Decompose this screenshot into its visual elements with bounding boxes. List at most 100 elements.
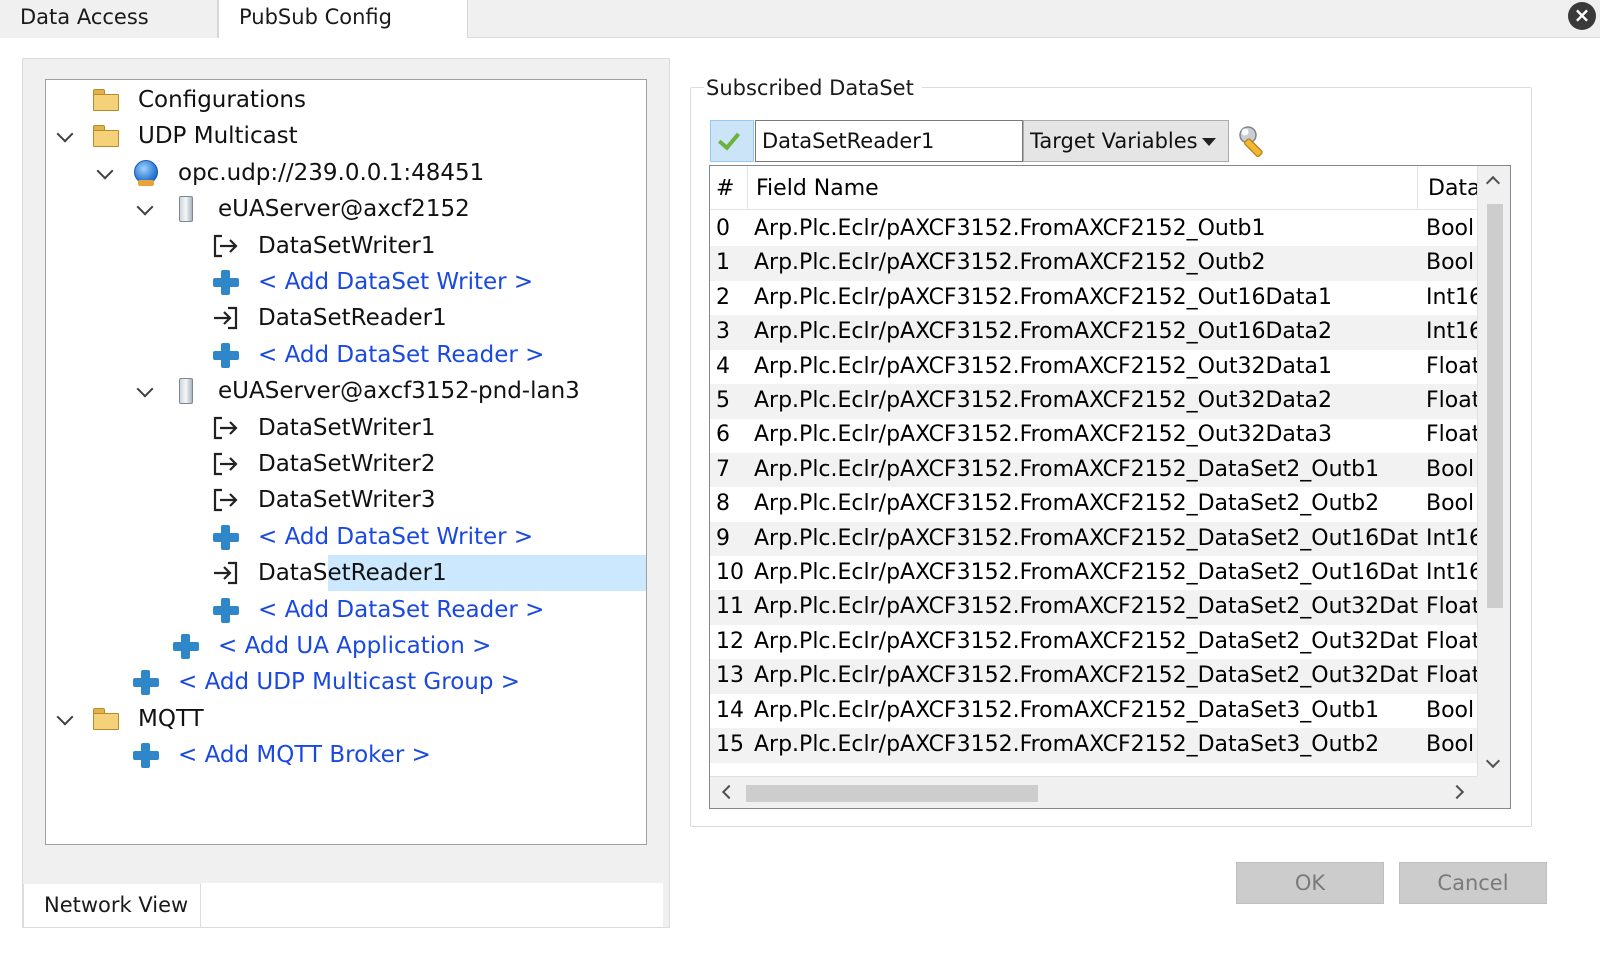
tree-item[interactable]: MQTT: [46, 701, 646, 737]
ok-button[interactable]: OK: [1236, 862, 1384, 904]
cell-field-name: Arp.Plc.Eclr/pAXCF3152.FromAXCF2152_Out3…: [754, 422, 1333, 448]
cell-data-type: Int16: [1426, 560, 1478, 585]
cell-data-type: Bool: [1426, 732, 1475, 757]
table-row[interactable]: 15 Arp.Plc.Eclr/pAXCF3152.FromAXCF2152_Da…: [710, 728, 1478, 763]
expand-chevron-icon[interactable]: [54, 118, 76, 154]
table-row[interactable]: 0 Arp.Plc.Eclr/pAXCF3152.FromAXCF2152_Out…: [710, 212, 1478, 247]
tree-item[interactable]: DataSetWriter1: [46, 228, 646, 264]
tree-item-label: opc.udp://239.0.0.1:48451: [178, 159, 485, 186]
cell-data-type: Int16: [1426, 319, 1478, 345]
expand-chevron-icon[interactable]: [54, 701, 76, 737]
table-row[interactable]: 8 Arp.Plc.Eclr/pAXCF3152.FromAXCF2152_Dat…: [710, 487, 1478, 522]
table-row[interactable]: 12 Arp.Plc.Eclr/pAXCF3152.FromAXCF2152_Da…: [710, 625, 1478, 660]
cancel-button[interactable]: Cancel: [1399, 862, 1547, 904]
horizontal-scroll-thumb[interactable]: [746, 785, 1038, 802]
tree-item[interactable]: < Add MQTT Broker >: [46, 737, 646, 773]
cell-field-name: Arp.Plc.Eclr/pAXCF3152.FromAXCF2152_Data…: [754, 697, 1380, 723]
tree-item[interactable]: < Add UDP Multicast Group >: [46, 664, 646, 700]
tree-item[interactable]: eUAServer@axcf3152-pnd-lan3: [46, 373, 646, 409]
close-icon[interactable]: ×: [1568, 2, 1596, 30]
tab-data-access-view[interactable]: Data Access View: [0, 0, 218, 63]
tree-item-label: DataSetWriter3: [258, 487, 436, 514]
tab-network-view[interactable]: Network View: [23, 884, 201, 928]
vertical-scroll-thumb[interactable]: [1487, 204, 1503, 608]
table-row[interactable]: 4 Arp.Plc.Eclr/pAXCF3152.FromAXCF2152_Out…: [710, 350, 1478, 385]
table-row[interactable]: 1 Arp.Plc.Eclr/pAXCF3152.FromAXCF2152_Out…: [710, 246, 1478, 281]
tree-item-label: MQTT: [138, 705, 204, 732]
tree-item[interactable]: Configurations: [46, 82, 646, 118]
expand-chevron-icon[interactable]: [134, 373, 156, 409]
folder-icon: [92, 706, 120, 732]
table-row[interactable]: 9 Arp.Plc.Eclr/pAXCF3152.FromAXCF2152_Dat…: [710, 521, 1478, 557]
tab-strip-fill: [201, 883, 663, 927]
scroll-up-icon[interactable]: [1485, 175, 1501, 191]
network-tree[interactable]: Configurations UDP Multicast opc.udp://239…: [45, 79, 647, 845]
apply-check-button[interactable]: [710, 120, 754, 162]
plus-icon: [212, 597, 240, 623]
table-row[interactable]: 7 Arp.Plc.Eclr/pAXCF3152.FromAXCF2152_Dat…: [710, 452, 1478, 488]
tree-item[interactable]: < Add DataSet Writer >: [46, 264, 646, 300]
tree-item[interactable]: DataSetWriter1: [46, 410, 646, 446]
table-row[interactable]: 6 Arp.Plc.Eclr/pAXCF3152.FromAXCF2152_Out…: [710, 418, 1478, 453]
scroll-corner: [1477, 776, 1510, 808]
cell-field-name: Arp.Plc.Eclr/pAXCF3152.FromAXCF2152_Data…: [754, 732, 1380, 757]
fields-grid[interactable]: # Field Name Data 0 Arp.Plc.Eclr/pAXCF315…: [709, 165, 1511, 809]
grid-header: # Field Name Data: [710, 166, 1478, 210]
cell-index: 12: [716, 628, 744, 654]
column-header-index[interactable]: #: [710, 166, 748, 210]
tree-item[interactable]: opc.udp://239.0.0.1:48451: [46, 155, 646, 191]
cell-field-name: Arp.Plc.Eclr/pAXCF3152.FromAXCF2152_Outb…: [754, 216, 1266, 241]
table-row[interactable]: 10 Arp.Plc.Eclr/pAXCF3152.FromAXCF2152_Da…: [710, 556, 1478, 591]
plus-icon: [132, 669, 160, 696]
column-header-data-type[interactable]: Data: [1418, 166, 1478, 210]
target-select-value: Target Variables: [1030, 129, 1198, 153]
tree-item[interactable]: DataSetReader1: [46, 300, 646, 336]
tree-item[interactable]: < Add DataSet Reader >: [46, 592, 646, 628]
table-row[interactable]: 3 Arp.Plc.Eclr/pAXCF3152.FromAXCF2152_Out…: [710, 315, 1478, 350]
tree-item[interactable]: UDP Multicast: [46, 118, 646, 154]
expand-chevron-icon[interactable]: [94, 155, 116, 191]
tree-item[interactable]: DataSetReader1: [46, 555, 646, 592]
table-row[interactable]: 14 Arp.Plc.Eclr/pAXCF3152.FromAXCF2152_Da…: [710, 694, 1478, 729]
tree-item[interactable]: < Add UA Application >: [46, 628, 646, 664]
expand-chevron-icon[interactable]: [134, 191, 156, 227]
tree-item[interactable]: < Add DataSet Reader >: [46, 337, 646, 373]
table-row[interactable]: 5 Arp.Plc.Eclr/pAXCF3152.FromAXCF2152_Out…: [710, 384, 1478, 419]
reader-name-input[interactable]: [755, 120, 1023, 162]
tree-item-label: DataSetReader1: [258, 305, 447, 332]
server-icon: [172, 378, 200, 405]
scroll-down-icon[interactable]: [1485, 753, 1501, 769]
scroll-left-icon[interactable]: [721, 784, 737, 800]
tab-pubsub-config-view[interactable]: PubSub Config View: [218, 0, 468, 63]
server-icon: [172, 196, 200, 223]
cell-index: 10: [716, 560, 744, 585]
wrench-icon[interactable]: [1236, 124, 1272, 160]
cell-field-name: Arp.Plc.Eclr/pAXCF3152.FromAXCF2152_Data…: [754, 663, 1418, 689]
horizontal-scrollbar[interactable]: [710, 776, 1510, 808]
cell-data-type: Bool: [1426, 250, 1475, 276]
tree-item[interactable]: < Add DataSet Writer >: [46, 519, 646, 555]
tree-item[interactable]: DataSetWriter3: [46, 482, 646, 518]
table-row[interactable]: 13 Arp.Plc.Eclr/pAXCF3152.FromAXCF2152_Da…: [710, 659, 1478, 694]
cell-data-type: Int16: [1426, 284, 1478, 310]
cell-data-type: Bool: [1426, 491, 1475, 517]
add-link-label: < Add UDP Multicast Group >: [178, 669, 521, 696]
column-header-field-name[interactable]: Field Name: [748, 166, 1418, 210]
cell-data-type: Bool: [1426, 456, 1475, 482]
reader-icon: [212, 305, 240, 331]
cell-data-type: Bool: [1426, 216, 1475, 241]
target-variables-select[interactable]: Target Variables: [1023, 120, 1229, 162]
dropdown-arrow-icon: [1202, 138, 1216, 146]
tree-item[interactable]: eUAServer@axcf2152: [46, 191, 646, 227]
tree-item[interactable]: DataSetWriter2: [46, 446, 646, 482]
cell-index: 1: [716, 250, 730, 276]
vertical-scrollbar[interactable]: [1477, 166, 1510, 778]
plus-icon: [172, 633, 200, 659]
cell-index: 3: [716, 319, 730, 345]
tree-item-label: eUAServer@axcf2152: [218, 196, 470, 223]
table-row[interactable]: 11 Arp.Plc.Eclr/pAXCF3152.FromAXCF2152_Da…: [710, 590, 1478, 625]
add-link-label: < Add MQTT Broker >: [178, 742, 431, 769]
table-row[interactable]: 2 Arp.Plc.Eclr/pAXCF3152.FromAXCF2152_Out…: [710, 281, 1478, 316]
folder-icon: [92, 87, 120, 113]
scroll-right-icon[interactable]: [1449, 784, 1465, 800]
